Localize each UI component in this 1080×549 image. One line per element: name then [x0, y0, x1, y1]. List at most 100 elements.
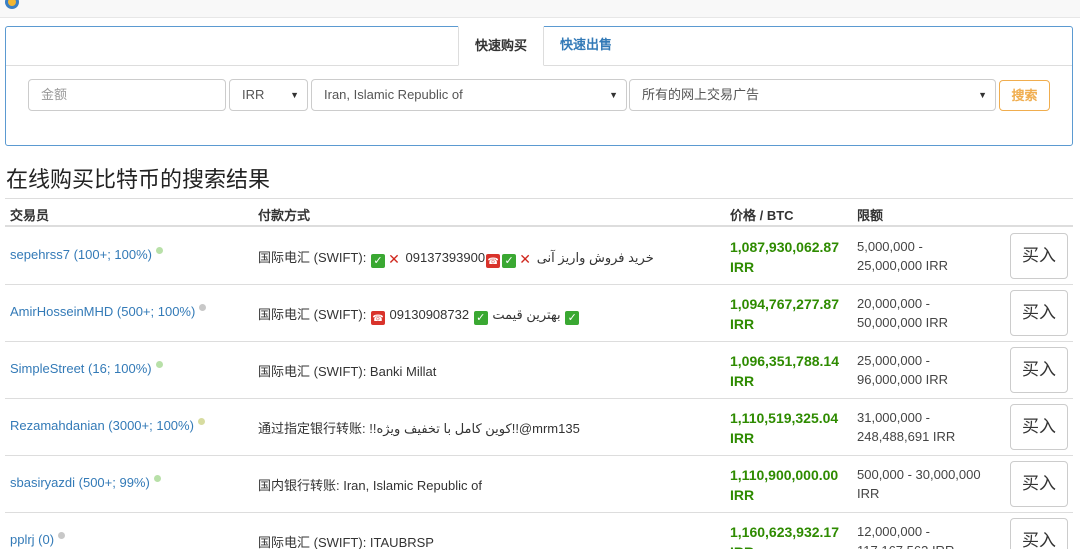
payment-method: 国内银行转账: Iran, Islamic Republic of: [258, 475, 482, 494]
phone-icon: ☎: [370, 311, 385, 325]
search-button[interactable]: 搜索: [999, 80, 1050, 111]
online-status-icon: [155, 361, 163, 368]
ad-type-select[interactable]: 所有的网上交易广告 ▼: [629, 79, 996, 111]
check-mark-icon: ✓: [502, 254, 517, 268]
limit-range-end: 117,167,563 IRR: [857, 541, 1007, 549]
country-select[interactable]: Iran, Islamic Republic of ▼: [311, 79, 627, 111]
price-cell: 1,110,900,000.00 IRR: [730, 465, 855, 505]
trader-link[interactable]: AmirHosseinMHD (500+; 100%): [10, 304, 207, 319]
ad-type-value: 所有的网上交易广告: [642, 87, 760, 102]
price-value: 1,160,623,932.17: [730, 524, 839, 540]
header-payment: 付款方式: [258, 208, 311, 223]
price-currency: IRR: [730, 373, 755, 389]
payment-text: 国际电汇 (SWIFT): Banki Millat: [258, 364, 437, 379]
online-status-icon: [153, 475, 161, 482]
buy-button[interactable]: 买入: [1010, 347, 1068, 393]
trader-name: AmirHosseinMHD (500+; 100%): [10, 304, 196, 319]
limit-range: 25,000,000 -: [857, 353, 931, 368]
payment-text: بهترین قیمت: [488, 307, 565, 322]
online-status-icon: [156, 247, 164, 254]
amount-input[interactable]: 金额: [28, 79, 226, 111]
currency-select[interactable]: IRR ▼: [229, 79, 308, 111]
price-cell: 1,160,623,932.17 IRR: [730, 522, 855, 549]
table-row: sbasiryazdi (500+; 99%) 国内银行转账: Iran, Isl…: [5, 456, 1073, 513]
buy-button[interactable]: 买入: [1010, 461, 1068, 507]
table-row: SimpleStreet (16; 100%) 国际电汇 (SWIFT): Ban…: [5, 342, 1073, 399]
trader-link[interactable]: pplrj (0): [10, 532, 66, 547]
page-title: 在线购买比特币的搜索结果: [6, 167, 271, 192]
price-currency: IRR: [730, 316, 755, 332]
limit-range: 31,000,000 -: [857, 410, 931, 425]
trader-name: sepehrss7 (100+; 100%): [10, 247, 153, 262]
chevron-down-icon: ▼: [978, 90, 987, 100]
limit-range: 20,000,000 -: [857, 296, 931, 311]
amount-placeholder: 金额: [41, 87, 68, 102]
payment-method: 国际电汇 (SWIFT): ☎ 09130908732 ✓ بهترین قیم…: [258, 304, 580, 325]
quick-trade-panel: 快速购买 快速出售 金额 IRR ▼ Iran, Islamic Republi…: [5, 26, 1073, 146]
limit-cell: 31,000,000 - 248,488,691 IRR: [857, 408, 1007, 446]
limit-range: 5,000,000 -: [857, 239, 923, 254]
limit-range-end: 96,000,000 IRR: [857, 372, 949, 387]
limit-cell: 12,000,000 - 117,167,563 IRR: [857, 522, 1007, 549]
payment-text: 国内银行转账: Iran, Islamic Republic of: [258, 478, 482, 493]
trader-name: SimpleStreet (16; 100%): [10, 361, 152, 376]
payment-text: خرید فروش واریز آنی: [533, 250, 654, 265]
payment-method: 国际电汇 (SWIFT): ITAUBRSP: [258, 532, 434, 549]
trader-name: sbasiryazdi (500+; 99%): [10, 475, 150, 490]
limit-range-end: IRR: [857, 486, 880, 501]
price-cell: 1,110,519,325.04 IRR: [730, 408, 855, 448]
price-value: 1,094,767,277.87: [730, 296, 839, 312]
price-cell: 1,094,767,277.87 IRR: [730, 294, 855, 334]
limit-range-end: 50,000,000 IRR: [857, 315, 949, 330]
table-header: 交易员 付款方式 价格 / BTC 限额: [5, 198, 1073, 227]
payment-text: 国际电汇 (SWIFT):: [258, 250, 370, 265]
trader-link[interactable]: sepehrss7 (100+; 100%): [10, 247, 164, 262]
payment-method: 国际电汇 (SWIFT): ✓ ✕ 09137393900 ☎ ✓ ✕ خرید فرو…: [258, 247, 654, 268]
limit-cell: 20,000,000 - 50,000,000 IRR: [857, 294, 1007, 332]
payment-text: 通过指定银行转账: !!کوین کامل با تخفیف ویژه!!@mr…: [258, 421, 580, 436]
limit-cell: 5,000,000 - 25,000,000 IRR: [857, 237, 1007, 275]
price-currency: IRR: [730, 542, 855, 549]
top-navbar: [0, 0, 1080, 18]
payment-text: 国际电汇 (SWIFT): ITAUBRSP: [258, 535, 434, 549]
site-logo-icon[interactable]: [4, 0, 20, 10]
check-mark-icon: ✓: [370, 254, 385, 268]
buy-button[interactable]: 买入: [1010, 233, 1068, 279]
limit-cell: 25,000,000 - 96,000,000 IRR: [857, 351, 1007, 389]
online-status-icon: [199, 304, 207, 311]
header-price: 价格 / BTC: [730, 208, 794, 223]
trader-link[interactable]: SimpleStreet (16; 100%): [10, 361, 163, 376]
tab-quick-sell[interactable]: 快速出售: [544, 26, 644, 66]
check-mark-icon: ✓: [565, 311, 580, 325]
trader-link[interactable]: sbasiryazdi (500+; 99%): [10, 475, 161, 490]
payment-text: 国际电汇 (SWIFT):: [258, 307, 370, 322]
currency-value: IRR: [242, 87, 265, 102]
price-value: 1,087,930,062.87: [730, 239, 839, 255]
trader-name: pplrj (0): [10, 532, 55, 547]
tab-quick-buy[interactable]: 快速购买: [458, 26, 544, 66]
buy-button[interactable]: 买入: [1010, 404, 1068, 450]
table-row: sepehrss7 (100+; 100%) 国际电汇 (SWIFT): ✓ ✕ 0…: [5, 228, 1073, 285]
price-currency: IRR: [730, 259, 755, 275]
payment-method: 国际电汇 (SWIFT): Banki Millat: [258, 361, 436, 380]
limit-range: 500,000 - 30,000,000: [857, 467, 981, 482]
payment-text: 09137393900: [401, 250, 486, 265]
price-value: 1,110,519,325.04: [730, 410, 839, 426]
limit-range-end: 248,488,691 IRR: [857, 429, 956, 444]
table-row: pplrj (0) 国际电汇 (SWIFT): ITAUBRSP 1,160,623…: [5, 513, 1073, 549]
price-currency: IRR: [730, 487, 755, 503]
online-status-icon: [197, 418, 205, 425]
header-trader: 交易员: [10, 208, 50, 223]
buy-button[interactable]: 买入: [1010, 518, 1068, 549]
phone-icon: ☎: [486, 254, 501, 268]
price-value: 1,096,351,788.14: [730, 353, 839, 369]
buy-button[interactable]: 买入: [1010, 290, 1068, 336]
payment-text: 09130908732: [385, 307, 473, 322]
limit-range: 12,000,000 -: [857, 524, 931, 539]
limit-range-end: 25,000,000 IRR: [857, 258, 949, 273]
online-status-icon: [58, 532, 66, 539]
price-cell: 1,087,930,062.87 IRR: [730, 237, 855, 277]
trader-name: Rezamahdanian (3000+; 100%): [10, 418, 194, 433]
trader-link[interactable]: Rezamahdanian (3000+; 100%): [10, 418, 205, 433]
country-value: Iran, Islamic Republic of: [324, 87, 463, 102]
